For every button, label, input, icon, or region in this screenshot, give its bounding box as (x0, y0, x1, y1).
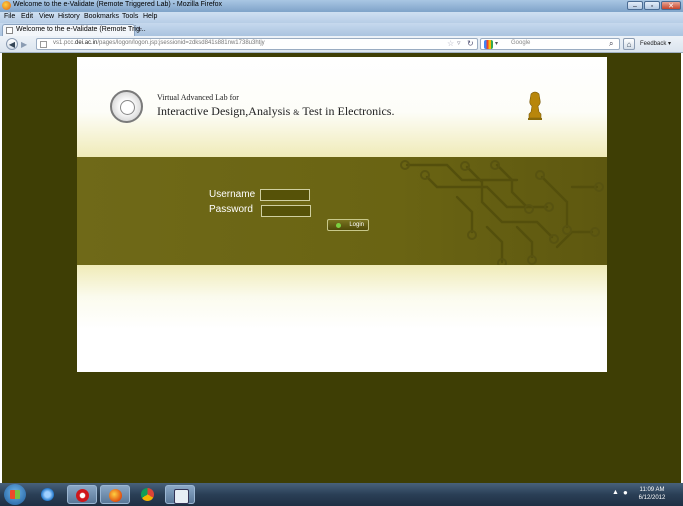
chrome-taskbar-button[interactable] (133, 485, 163, 504)
new-tab-button[interactable]: + (137, 24, 142, 34)
login-button[interactable]: Login (327, 219, 369, 231)
tab-label: Welcome to the e-Validate (Remote Trig..… (16, 26, 146, 33)
header-panel: Virtual Advanced Lab for Interactive Des… (77, 57, 607, 157)
firefox-taskbar-button[interactable] (100, 485, 130, 504)
windows-logo-icon (10, 490, 20, 499)
menu-help[interactable]: Help (143, 13, 157, 20)
password-input[interactable] (261, 205, 311, 217)
bookmark-star-icon[interactable]: ☆ (447, 39, 454, 48)
firefox-icon (109, 489, 122, 502)
circuit-pattern-icon (400, 160, 604, 265)
password-label: Password (209, 204, 253, 215)
search-icon[interactable]: ⌕ (609, 39, 613, 49)
site-identity-icon[interactable] (40, 41, 47, 48)
chrome-icon (141, 488, 154, 501)
window-title: Welcome to the e-Validate (Remote Trigge… (13, 1, 223, 8)
username-label: Username (209, 189, 256, 200)
seal-center-icon (120, 100, 135, 115)
home-button[interactable]: ⌂ (623, 38, 635, 50)
home-icon: ⌂ (626, 40, 632, 49)
menu-edit[interactable]: Edit (21, 13, 33, 20)
internet-explorer-icon (41, 488, 54, 501)
app-taskbar-button[interactable] (165, 485, 195, 504)
login-band: Username Password Login (77, 157, 607, 265)
network-icon[interactable]: ● (623, 488, 628, 497)
forward-arrow-icon: ▶ (21, 40, 28, 49)
institute-seal-icon (110, 90, 143, 123)
lab-title: Interactive Design,Analysis & Test in El… (157, 104, 395, 118)
back-button[interactable]: ◀ (6, 38, 18, 50)
feedback-button[interactable]: Feedback ▾ (640, 38, 671, 50)
google-engine-icon[interactable] (484, 40, 493, 49)
menu-bookmarks[interactable]: Bookmarks (84, 13, 119, 20)
menu-history[interactable]: History (58, 13, 80, 20)
reload-icon[interactable]: ↻ (467, 39, 474, 48)
url-text: vs1.pcc.dei.ac.in/pages/logon/logon.jsp;… (53, 40, 265, 46)
start-button[interactable] (4, 484, 26, 505)
internet-explorer-taskbar-button[interactable] (33, 485, 63, 504)
navigation-bar: ◀ ▶ vs1.pcc.dei.ac.in/pages/logon/logon.… (0, 36, 683, 53)
login-label: Login (349, 222, 364, 228)
maximize-button[interactable]: ▫ (644, 1, 660, 10)
login-bullet-icon (336, 223, 341, 228)
title-bar: Welcome to the e-Validate (Remote Trigge… (0, 0, 683, 12)
footer-panel (77, 265, 607, 372)
minimize-button[interactable]: – (627, 1, 643, 10)
menu-view[interactable]: View (39, 13, 54, 20)
lab-subtitle: Virtual Advanced Lab for (157, 93, 239, 102)
firefox-logo-icon[interactable] (2, 1, 11, 10)
back-arrow-icon: ◀ (8, 40, 16, 49)
close-window-button[interactable]: ✕ (661, 1, 681, 10)
search-input[interactable]: Google (511, 40, 530, 46)
engine-dropdown-icon[interactable]: ▾ (495, 40, 498, 47)
menu-file[interactable]: File (4, 13, 15, 20)
window-app-icon (174, 489, 189, 504)
tray-expand-icon[interactable]: ▲ (612, 489, 619, 496)
tab-bar: Welcome to the e-Validate (Remote Trig..… (0, 23, 683, 36)
opera-icon (76, 489, 89, 502)
clock-date: 6/12/2012 (638, 495, 666, 501)
system-clock[interactable]: 11:09 AM 6/12/2012 (630, 486, 674, 502)
history-dropdown-icon[interactable]: ▿ (457, 39, 461, 47)
taskbar: ▲ ● 11:09 AM 6/12/2012 (0, 483, 683, 506)
opera-taskbar-button[interactable] (67, 485, 97, 504)
tab-welcome[interactable]: Welcome to the e-Validate (Remote Trig..… (2, 24, 146, 36)
search-box[interactable]: ▾ Google ⌕ (480, 38, 620, 50)
forward-button[interactable]: ▶ (21, 40, 27, 49)
page-content: Virtual Advanced Lab for Interactive Des… (2, 53, 681, 483)
menu-bar: File Edit View History Bookmarks Tools H… (0, 12, 683, 23)
page-icon (6, 27, 13, 34)
menu-tools[interactable]: Tools (122, 13, 138, 20)
username-input[interactable] (260, 189, 310, 201)
national-emblem-icon (528, 91, 542, 120)
clock-time: 11:09 AM (639, 487, 665, 493)
url-bar[interactable]: vs1.pcc.dei.ac.in/pages/logon/logon.jsp;… (36, 38, 478, 50)
